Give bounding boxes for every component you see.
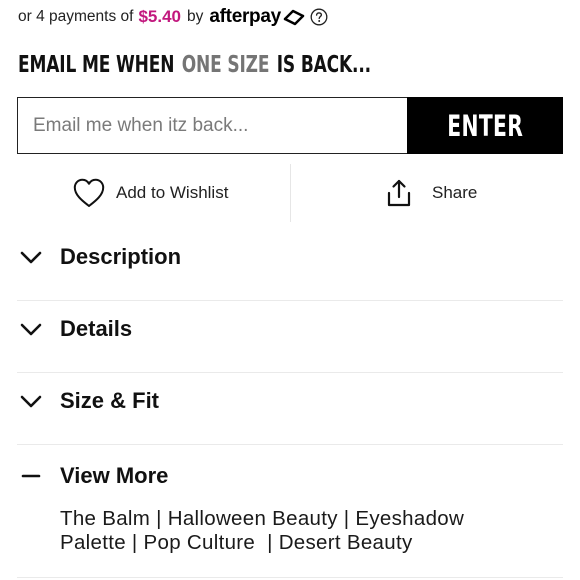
accordion-title-size-fit: Size & Fit: [60, 388, 160, 413]
product-actions: Add to Wishlist Share: [0, 164, 580, 222]
afterpay-amount: $5.40: [138, 7, 181, 26]
afterpay-brand: afterpay: [209, 6, 281, 27]
accordion-title-details: Details: [60, 316, 133, 341]
restock-size: ONE SIZE: [181, 52, 270, 78]
accordion-description[interactable]: Description: [17, 228, 563, 301]
chevron-down-icon: [20, 251, 42, 264]
heart-icon: [73, 178, 105, 207]
afterpay-logo: afterpay: [209, 6, 306, 28]
product-tags: The Balm | Halloween Beauty | Eyeshadow …: [60, 507, 471, 554]
accordion-title-view-more: View More: [60, 463, 169, 488]
share-label: Share: [432, 183, 478, 202]
minus-icon: [21, 474, 41, 478]
share-button[interactable]: Share: [386, 174, 477, 212]
restock-heading-suffix: IS BACK...: [276, 52, 372, 78]
afterpay-arrows-icon: [283, 9, 305, 26]
accordion-size-fit[interactable]: Size & Fit: [17, 372, 563, 445]
accordion-details[interactable]: Details: [17, 300, 563, 373]
afterpay-by: by: [187, 8, 204, 25]
enter-button-label: ENTER: [447, 108, 523, 143]
accordion-title-description: Description: [60, 244, 182, 269]
afterpay-prefix: or 4 payments of: [18, 8, 134, 25]
restock-heading: EMAIL ME WHEN ONE SIZE IS BACK...: [18, 50, 371, 80]
share-icon: [387, 179, 411, 207]
restock-heading-prefix: EMAIL ME WHEN: [18, 52, 175, 78]
action-divider: [290, 164, 291, 222]
wishlist-label: Add to Wishlist: [116, 183, 229, 202]
chevron-down-icon: [20, 395, 42, 408]
accordion-view-more: View More The Balm | Halloween Beauty | …: [17, 444, 563, 578]
email-field[interactable]: [17, 97, 407, 154]
view-more-toggle[interactable]: View More: [17, 444, 563, 504]
help-icon[interactable]: [310, 8, 328, 26]
restock-form: ENTER: [17, 97, 563, 154]
add-to-wishlist-button[interactable]: Add to Wishlist: [72, 174, 228, 212]
enter-button[interactable]: ENTER: [407, 97, 563, 154]
afterpay-installments: or 4 payments of $5.40 by afterpay: [18, 5, 328, 29]
chevron-down-icon: [20, 323, 42, 336]
